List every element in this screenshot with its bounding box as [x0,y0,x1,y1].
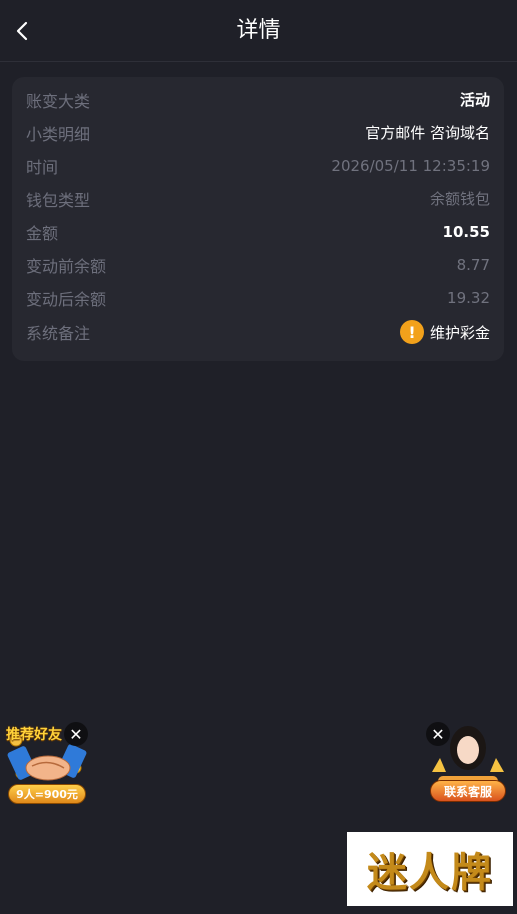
row-label: 时间 [26,157,59,177]
row-label: 账变大类 [26,91,91,111]
row-value: 10.55 [442,222,490,241]
row-label: 钱包类型 [26,190,91,210]
invite-close-button[interactable]: ✕ [64,722,88,746]
invite-friends-widget[interactable]: 推荐好友 ✕ 9人=900元 [6,722,90,806]
service-close-button[interactable]: ✕ [426,722,450,746]
row-subcategory: 小类明细 官方邮件 咨询域名 [26,116,490,149]
row-label: 变动前余额 [26,256,107,276]
note-text: 维护彩金 [429,323,490,342]
row-balance-before: 变动前余额 8.77 [26,248,490,281]
invite-reward-badge: 9人=900元 [8,784,86,804]
detail-page: 详情 账变大类 活动 小类明细 官方邮件 咨询域名 时间 2026/05/11 … [0,0,517,914]
brand-text: 迷人牌 [367,849,493,896]
row-value: 活动 [459,91,490,109]
row-wallet-type: 钱包类型 余额钱包 [26,182,490,215]
row-value: 8.77 [456,255,490,274]
header-bar: 详情 [0,0,517,62]
row-label: 变动后余额 [26,289,107,309]
row-time: 时间 2026/05/11 12:35:19 [26,149,490,182]
row-label: 系统备注 [26,324,91,343]
service-label: 联系客服 [430,780,506,802]
row-value: ! 维护彩金 [399,320,490,344]
row-category: 账变大类 活动 [26,83,490,116]
row-label: 小类明细 [26,124,91,144]
row-value: 余额钱包 [429,190,490,208]
warning-icon: ! [399,320,424,344]
row-value: 官方邮件 咨询域名 [365,124,490,142]
customer-service-widget[interactable]: ✕ 联系客服 [426,722,510,806]
row-value: 2026/05/11 12:35:19 [331,156,490,175]
invite-title: 推荐好友 [6,727,62,743]
brand-logo: 迷人牌 [347,832,513,906]
row-system-note: 系统备注 ! 维护彩金 [26,314,490,354]
detail-card: 账变大类 活动 小类明细 官方邮件 咨询域名 时间 2026/05/11 12:… [12,77,504,361]
row-amount: 金额 10.55 [26,215,490,248]
row-label: 金额 [26,223,59,243]
page-title: 详情 [236,18,281,43]
row-value: 19.32 [447,288,490,307]
row-balance-after: 变动后余额 19.32 [26,281,490,314]
